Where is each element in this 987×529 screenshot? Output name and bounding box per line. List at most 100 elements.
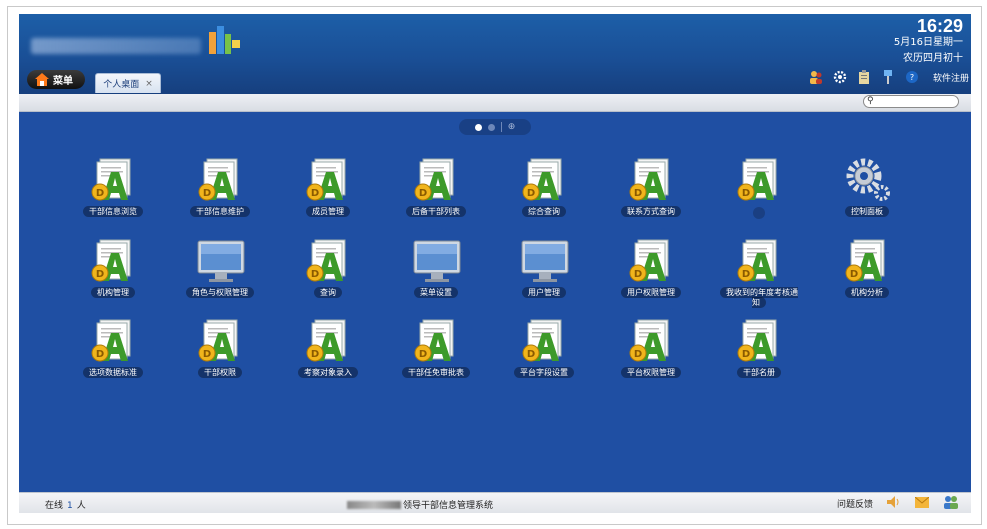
svg-text:D: D [634,188,642,199]
desktop-app[interactable]: 菜单设置 [396,237,476,307]
document-a-icon: D [197,156,245,204]
page-dot-active[interactable] [474,123,482,131]
desktop-app-label-text: 角色与权限管理 [186,287,254,298]
desktop-app-label: 用户权限管理 [611,287,691,298]
header-toolbar: ? 软件注册 [809,70,969,84]
desktop-app[interactable]: D 查询 [288,237,368,307]
desktop-app-label-text: 干部信息维护 [190,206,250,217]
gear-icon[interactable] [833,70,847,84]
software-register-link[interactable]: 软件注册 [933,71,969,84]
desktop-app-label-text: 干部任免审批表 [402,367,470,378]
document-a-icon: D [736,156,784,204]
svg-text:D: D [634,269,642,280]
monitor-icon [521,237,569,285]
desktop-app-label-text: 我收到的年度考核通知 [720,287,798,308]
monitor-icon [413,237,461,285]
desktop-app[interactable]: D 干部权限 [180,317,260,387]
svg-text:D: D [742,269,750,280]
desktop-app-label-text: 干部名册 [737,367,781,378]
svg-text:D: D [311,349,319,360]
desktop-app[interactable]: D 成员管理 [288,156,368,226]
desktop-app[interactable]: 控制面板 [827,156,907,226]
desktop-app[interactable]: D 平台权限管理 [611,317,691,387]
desktop-app-label-text: 平台字段设置 [514,367,574,378]
document-a-icon: D [628,156,676,204]
desktop-app-label: 干部信息维护 [180,206,260,217]
desktop-app-label-text: 用户权限管理 [621,287,681,298]
brush-icon[interactable] [881,70,895,84]
online-users: 在线 1 人 [45,498,86,511]
desktop-app[interactable]: D 后备干部列表 [396,156,476,226]
clock-widget: 16:29 5月16日星期一 农历四月初十 [894,16,963,68]
document-a-icon: D [736,237,784,285]
speaker-icon[interactable] [887,496,901,511]
desktop-app-label-text: 用户管理 [522,287,566,298]
online-suffix: 人 [76,501,86,511]
document-a-icon: D [90,156,138,204]
document-a-icon: D [90,317,138,365]
desktop-app-label: 平台权限管理 [611,367,691,378]
document-a-icon: D [521,317,569,365]
desktop-app[interactable]: D 干部信息维护 [180,156,260,226]
document-a-icon: D [628,317,676,365]
desktop-app[interactable]: D 我收到的年度考核通知 [719,237,799,308]
system-name-text: 领导干部信息管理系统 [403,501,494,511]
desktop-app[interactable]: D 干部名册 [719,317,799,387]
search-input[interactable]: ⚲ [863,95,959,108]
footer-actions: 问题反馈 [837,495,959,512]
svg-text:D: D [527,188,535,199]
feedback-link[interactable]: 问题反馈 [837,497,873,510]
desktop-app[interactable]: D 综合查询 [504,156,584,226]
desktop-app-label-text: 平台权限管理 [621,367,681,378]
svg-text:D: D [527,349,535,360]
desktop-app[interactable]: D 机构管理 [73,237,153,307]
online-users-icon[interactable] [943,495,959,512]
monitor-icon [197,237,245,285]
clock-date: 5月16日星期一 [893,37,963,48]
svg-text:D: D [96,188,104,199]
desktop-app[interactable]: 角色与权限管理 [180,237,260,307]
gear-icon [844,156,892,204]
svg-text:D: D [419,188,427,199]
desktop-app-label: 菜单设置 [396,287,476,298]
desktop-app-label: 选项数据标准 [73,367,153,378]
users-icon[interactable] [809,70,823,84]
clipboard-icon[interactable] [857,70,871,84]
svg-text:D: D [419,349,427,360]
desktop-app[interactable]: D 机构分析 [827,237,907,307]
desktop-app[interactable]: D 干部任免审批表 [396,317,476,387]
desktop-app[interactable]: 用户管理 [504,237,584,307]
start-menu-button[interactable]: 菜单 [27,70,85,89]
tab-close-icon[interactable]: × [145,79,153,89]
desktop-app-label: 机构管理 [73,287,153,298]
desktop-app-label: 平台字段设置 [504,367,584,378]
svg-text:D: D [203,188,211,199]
desktop-app[interactable]: D 考察对象录入 [288,317,368,387]
desktop-app[interactable]: D 选项数据标准 [73,317,153,387]
page-dot[interactable] [487,123,495,131]
document-a-icon: D [197,317,245,365]
desktop-app[interactable]: D 联系方式查询 [611,156,691,226]
help-icon[interactable]: ? [905,70,919,84]
document-a-icon: D [413,156,461,204]
clock-time: 16:29 [916,16,963,36]
desktop-app-label: 联系方式查询 [611,206,691,217]
mail-icon[interactable] [914,496,930,511]
desktop-app-label-text: 查询 [314,287,342,298]
desktop-app[interactable]: D 干部信息浏览 [73,156,153,226]
desktop-app-label: 后备干部列表 [396,206,476,217]
desktop-app[interactable]: D 用户权限管理 [611,237,691,307]
online-prefix: 在线 [45,501,64,511]
grid-view-icon[interactable]: ⊕ [508,122,516,132]
svg-text:D: D [742,188,750,199]
home-icon [35,73,49,86]
status-bar: 在线 1 人 领导干部信息管理系统 问题反馈 [19,492,971,513]
desktop-app-label-text: 综合查询 [522,206,566,217]
desktop-app[interactable]: D 平台字段设置 [504,317,584,387]
desktop-app-label-text: 联系方式查询 [621,206,681,217]
desktop-app-label: 考察对象录入 [288,367,368,378]
tab-personal-desktop[interactable]: 个人桌面 × [95,73,161,93]
desktop-pager: ⊕ [459,119,531,135]
redacted-org-name [347,500,401,509]
desktop-app[interactable]: D [719,156,799,226]
